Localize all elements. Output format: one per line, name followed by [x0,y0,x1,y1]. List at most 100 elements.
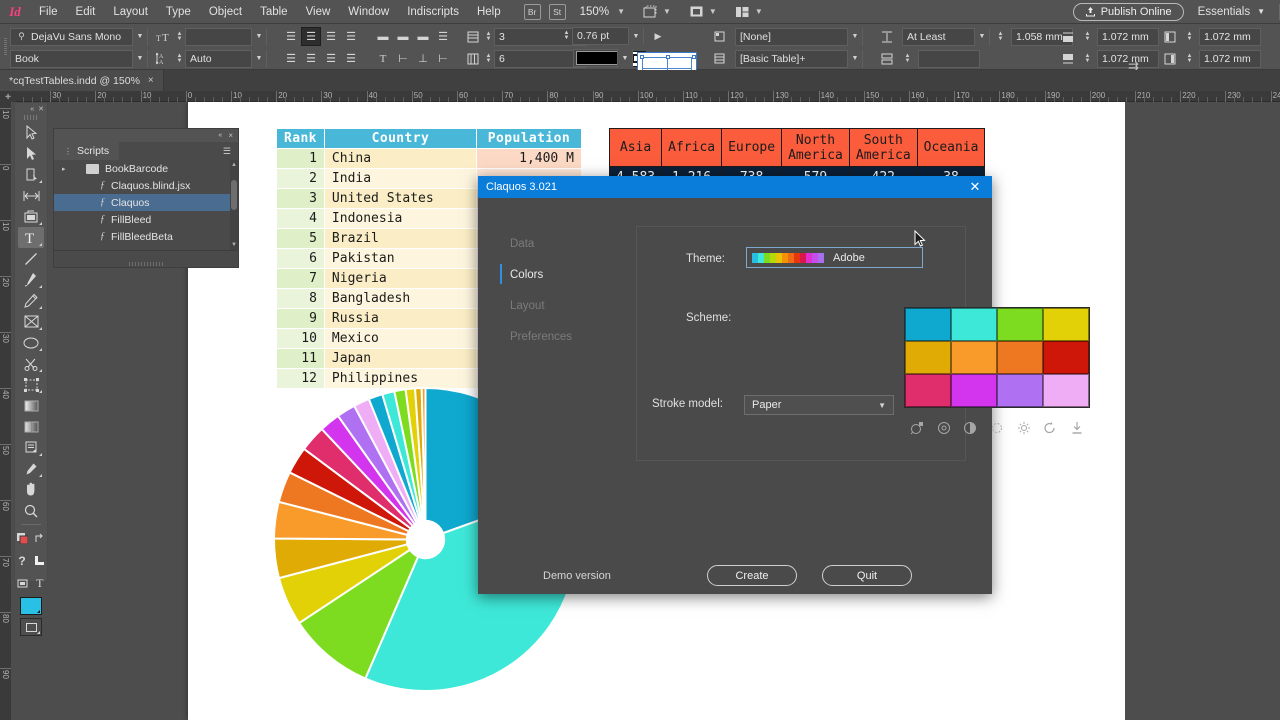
view-mode-chevron-down-icon[interactable]: ▼ [707,7,725,16]
font-family-chevron-down-icon[interactable]: ▼ [132,27,147,46]
selection-tool[interactable] [18,122,44,143]
scroll-up-icon[interactable]: ▲ [231,162,237,168]
note-tool[interactable] [18,437,44,458]
eyedropper-tool[interactable] [18,458,44,479]
continent-header-cell[interactable]: Europe [721,128,783,167]
cell-rank[interactable]: 5 [276,228,325,249]
scripts-list-item[interactable]: ƒ Claquos.blind.jsx [54,177,238,194]
line-tool[interactable] [18,248,44,269]
continent-header-cell[interactable]: Asia [608,128,663,167]
dialog-nav-item-colors[interactable]: Colors [478,259,628,290]
stroke-model-combo[interactable]: Paper ▼ [744,395,894,415]
normal-view-icon[interactable] [31,550,47,571]
leading-field[interactable]: Auto ▼ [185,49,267,68]
scheme-color-grid[interactable] [904,307,1090,408]
scheme-swatch[interactable] [1043,341,1089,374]
save-icon[interactable] [1063,421,1090,435]
stroke-swatch[interactable] [20,618,42,636]
stroke-type-field[interactable]: ▼ [573,49,633,67]
control-bar-overflow-right-icon[interactable]: ▶ [648,27,668,46]
cell-country[interactable]: Russia [323,308,477,329]
font-size-chevron-down-icon[interactable]: ▼ [251,27,266,46]
pen-tool[interactable] [18,269,44,290]
menu-type[interactable]: Type [157,0,200,24]
create-button[interactable]: Create [707,565,797,586]
para-align-left-icon[interactable]: ☰ [281,49,301,68]
free-transform-tool[interactable] [18,374,44,395]
continent-header-cell[interactable]: South America [848,128,918,167]
cell-rank[interactable]: 6 [276,248,325,269]
zoom-chevron-down-icon[interactable]: ▼ [615,7,633,16]
stroke-weight-stepper[interactable]: ▲ ▼ [561,27,572,45]
gradient-swatch-tool[interactable] [18,395,44,416]
rows-stepper[interactable]: ▲ ▼ [483,28,494,46]
scissors-tool[interactable] [18,353,44,374]
screen-mode-chevron-down-icon[interactable]: ▼ [661,7,679,16]
arrange-chevron-down-icon[interactable]: ▼ [753,7,771,16]
inset-bottom-stepper[interactable]: ▲ ▼ [1082,50,1093,68]
font-style-field[interactable]: Book ▼ [10,49,148,68]
zoom-tool[interactable] [18,500,44,521]
scheme-swatch[interactable] [997,341,1043,374]
inset-right-stepper[interactable]: ▲ ▼ [1184,50,1195,68]
menu-file[interactable]: File [30,0,67,24]
quit-button[interactable]: Quit [822,565,912,586]
inset-right-field[interactable]: 1.072 mm [1199,49,1261,68]
stock-button[interactable]: St [548,3,566,20]
cell-country[interactable]: Brazil [323,228,477,249]
row-min-value-field[interactable] [918,49,980,68]
text-rotate-180-icon[interactable]: ⊥ [413,49,433,68]
cell-rank[interactable]: 4 [276,208,325,229]
cell-rank[interactable]: 1 [276,148,325,169]
row-height-stepper[interactable]: ▲ ▼ [995,28,1006,46]
document-tab[interactable]: *cqTestTables.indd @ 150% × [0,70,164,91]
stroke-weight-chevron-down-icon[interactable]: ▼ [628,27,643,45]
workspace-switcher[interactable]: Essentials ▼ [1184,6,1273,18]
cell-rank[interactable]: 3 [276,188,325,209]
inset-left-stepper[interactable]: ▲ ▼ [1184,28,1195,46]
view-mode-icon[interactable] [687,4,707,20]
align-center-icon[interactable]: ☰ [301,27,321,46]
cell-rank[interactable]: 12 [276,368,325,389]
close-icon[interactable]: ✕ [38,105,44,113]
cell-country[interactable]: Bangladesh [323,288,477,309]
add-color-icon[interactable] [904,421,931,435]
tab-scripts[interactable]: ⋮ Scripts [54,142,120,160]
publish-online-button[interactable]: Publish Online [1072,2,1184,21]
row-min-stepper[interactable]: ▲ ▼ [902,50,913,68]
theme-combo[interactable]: Adobe [746,247,923,268]
text-rotate-90-icon[interactable]: ⊢ [393,49,413,68]
para-align-center-icon[interactable]: ☰ [301,49,321,68]
cell-rank[interactable]: 10 [276,328,325,349]
inset-top-stepper[interactable]: ▲ ▼ [1082,28,1093,46]
menu-indiscripts[interactable]: Indiscripts [398,0,468,24]
zoom-level-value[interactable]: 150% [570,6,615,18]
dialog-nav-item-layout[interactable]: Layout [478,290,628,321]
pencil-tool[interactable] [18,290,44,311]
cell-country[interactable]: Mexico [323,328,477,349]
rotate-icon[interactable] [1037,421,1064,435]
table-row[interactable]: 1 China 1,400 M [276,148,582,169]
cell-rank[interactable]: 2 [276,168,325,189]
cell-rank[interactable]: 11 [276,348,325,369]
para-align-right-icon[interactable]: ☰ [321,49,341,68]
scripts-panel[interactable]: « × ⋮ Scripts ☰ ▸ BookBarcode ƒ Claquos.bli… [53,128,239,268]
table-style-field[interactable]: [Basic Table]+ ▼ [735,49,863,68]
cell-country[interactable]: China [323,148,477,169]
collapse-icon[interactable]: « [30,106,34,113]
para-justify-icon[interactable]: ☰ [341,49,361,68]
leading-stepper[interactable]: ▲ ▼ [174,50,185,68]
apply-color-icon[interactable] [16,528,30,549]
cell-style-chevron-down-icon[interactable]: ▼ [847,27,862,46]
contrast-icon[interactable] [957,421,984,435]
text-rotate-270-icon[interactable]: ⊢ [433,49,453,68]
align-top-cell-icon[interactable]: ▬ [373,27,393,46]
scripts-list-item[interactable]: ƒ Claquos [54,194,238,211]
cell-rank[interactable]: 7 [276,268,325,289]
brighten-icon[interactable] [1010,421,1037,435]
ellipse-tool[interactable] [18,332,44,353]
cell-rank[interactable]: 9 [276,308,325,329]
stroke-model-chevron-down-icon[interactable]: ▼ [878,401,886,410]
scripts-list-item[interactable]: ▸ BookBarcode [54,160,238,177]
gradient-feather-tool[interactable] [18,416,44,437]
